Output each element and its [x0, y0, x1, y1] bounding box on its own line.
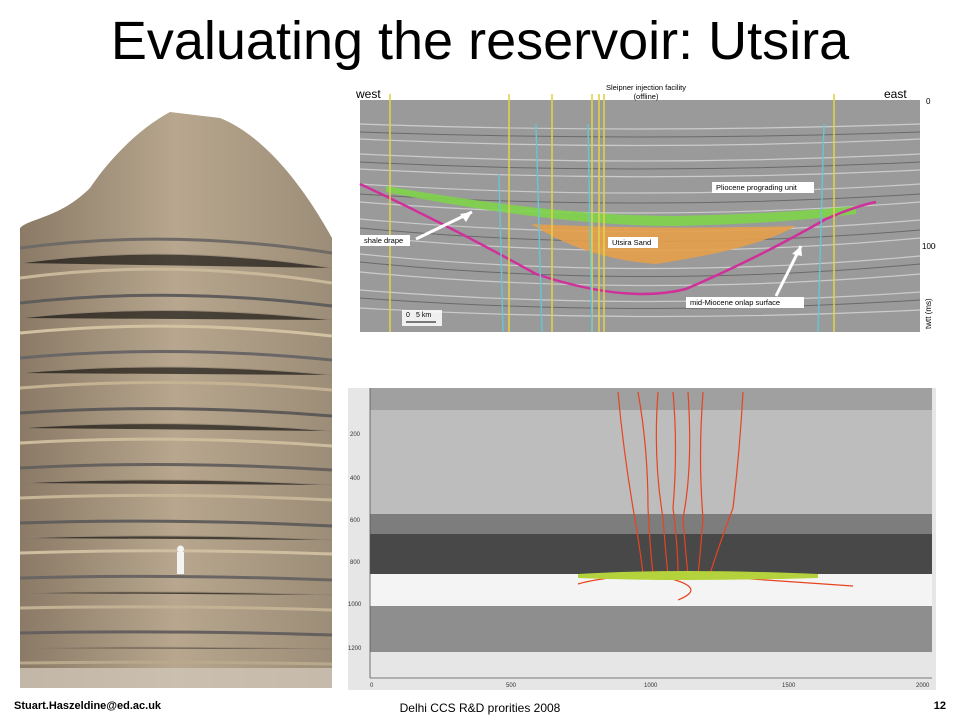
label-utsira: Utsira Sand [612, 238, 651, 247]
east-label: east [884, 87, 907, 101]
sim-xtick-1500: 1500 [782, 683, 796, 689]
sim-ytick-1000: 1000 [348, 602, 362, 608]
person-figure [177, 545, 184, 574]
scale-km: 5 km [416, 312, 431, 319]
label-shale: shale drape [364, 236, 403, 245]
sim-xtick-2000: 2000 [916, 683, 930, 689]
sim-ytick-800: 800 [350, 560, 361, 566]
scale-zero: 0 [406, 312, 410, 319]
depth-label-0: 0 [926, 97, 931, 106]
sim-ytick-600: 600 [350, 518, 361, 524]
page-number: 12 [933, 700, 946, 712]
axis-unit-label: twtt (ms) [924, 298, 933, 329]
sim-xtick-1000: 1000 [644, 683, 658, 689]
footer-event: Delhi CCS R&D prorities 2008 [399, 701, 561, 715]
seismic-section: west east Sleipner injection facility (o… [356, 84, 936, 340]
facility-label: Sleipner injection facility [606, 84, 686, 92]
label-pliocene: Pliocene prograding unit [716, 183, 798, 192]
outcrop-photo [20, 112, 332, 688]
sim-xtick-500: 500 [506, 683, 517, 689]
slide-title: Evaluating the reservoir: Utsira [110, 11, 850, 71]
facility-label-sub: (offline) [634, 92, 659, 101]
depth-label-1000: 1000 [922, 242, 936, 251]
west-label: west [356, 87, 381, 101]
sim-ytick-200: 200 [350, 432, 361, 438]
co2-simulation: 200 400 600 800 1000 1200 0 500 1000 150… [348, 388, 936, 690]
label-onlap: mid-Miocene onlap surface [690, 298, 780, 307]
sim-ytick-400: 400 [350, 476, 361, 482]
sim-ytick-1200: 1200 [348, 646, 362, 652]
